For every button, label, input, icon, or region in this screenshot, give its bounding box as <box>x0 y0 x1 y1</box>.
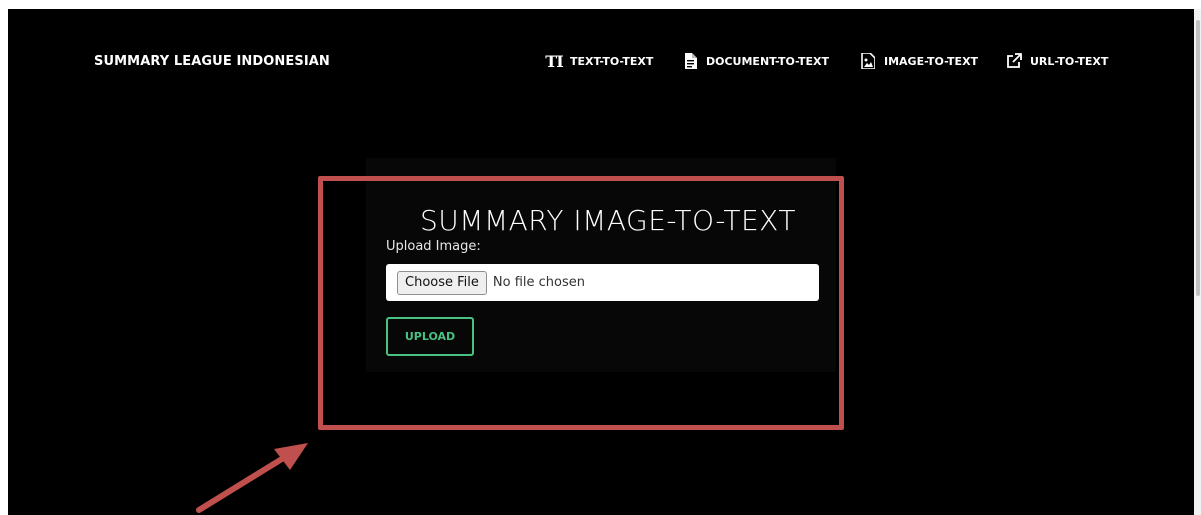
brand-logo-text[interactable]: SUMMARY LEAGUE INDONESIAN <box>94 54 330 69</box>
page-background: SUMMARY LEAGUE INDONESIAN TI TEXT-TO-TEX… <box>8 9 1194 515</box>
file-status-text: No file chosen <box>492 275 585 290</box>
text-format-icon: TI <box>545 51 563 71</box>
upload-button[interactable]: UPLOAD <box>386 317 474 356</box>
nav-label: URL-TO-TEXT <box>1030 54 1109 68</box>
nav-url-to-text[interactable]: URL-TO-TEXT <box>1005 51 1108 71</box>
page-title: SUMMARY IMAGE-TO-TEXT <box>420 204 796 237</box>
nav-image-to-text[interactable]: IMAGE-TO-TEXT <box>859 51 978 71</box>
nav-label: DOCUMENT-TO-TEXT <box>706 54 829 68</box>
nav-document-to-text[interactable]: DOCUMENT-TO-TEXT <box>681 51 829 71</box>
image-icon <box>859 52 877 70</box>
document-icon <box>681 52 699 70</box>
scrollbar-thumb[interactable] <box>1196 20 1200 296</box>
choose-file-button[interactable]: Choose File <box>397 270 487 295</box>
nav-label: IMAGE-TO-TEXT <box>884 54 979 68</box>
nav-label: TEXT-TO-TEXT <box>570 54 654 68</box>
file-input[interactable]: Choose File No file chosen <box>386 264 819 301</box>
upload-image-label: Upload Image: <box>386 239 481 254</box>
external-link-icon <box>1005 52 1023 70</box>
nav-text-to-text[interactable]: TI TEXT-TO-TEXT <box>545 51 653 71</box>
